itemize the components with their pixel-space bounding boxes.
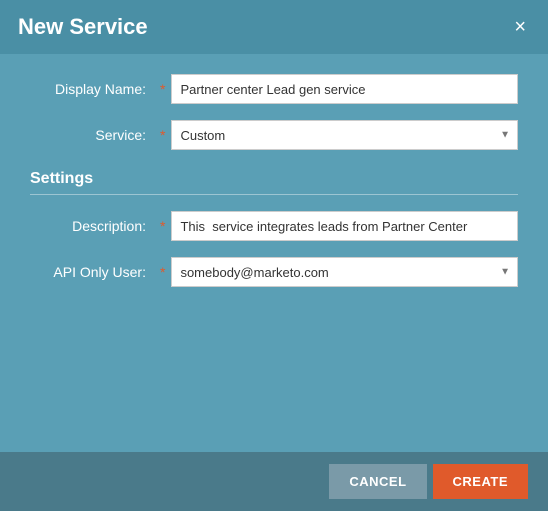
service-select[interactable]: Custom Other [171,120,518,150]
new-service-dialog: New Service × Display Name: * Service: *… [0,0,548,511]
cancel-button[interactable]: CANCEL [329,464,426,499]
description-required: * [160,218,165,234]
api-user-row: API Only User: * somebody@marketo.com ▼ [30,257,518,287]
dialog-header: New Service × [0,0,548,54]
api-user-required: * [160,264,165,280]
description-label: Description: [30,218,160,234]
display-name-required: * [160,81,165,97]
description-row: Description: * [30,211,518,241]
service-row: Service: * Custom Other ▼ [30,120,518,150]
api-user-select-wrapper: somebody@marketo.com ▼ [171,257,518,287]
api-user-select[interactable]: somebody@marketo.com [171,257,518,287]
description-input[interactable] [171,211,518,241]
dialog-title: New Service [18,14,148,40]
api-user-label: API Only User: [30,264,160,280]
service-label: Service: [30,127,160,143]
settings-divider [30,194,518,195]
display-name-label: Display Name: [30,81,160,97]
service-select-wrapper: Custom Other ▼ [171,120,518,150]
settings-section-title: Settings [30,166,518,188]
create-button[interactable]: CREATE [433,464,528,499]
close-button[interactable]: × [510,17,530,37]
display-name-input[interactable] [171,74,518,104]
dialog-body: Display Name: * Service: * Custom Other … [0,54,548,452]
service-required: * [160,127,165,143]
dialog-footer: CANCEL CREATE [0,452,548,511]
display-name-row: Display Name: * [30,74,518,104]
